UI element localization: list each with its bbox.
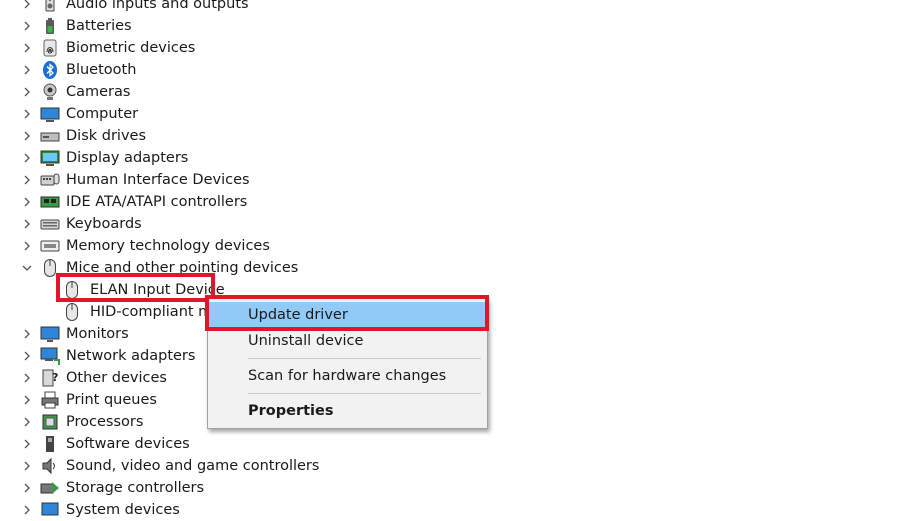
chevron-right-icon[interactable] — [20, 191, 34, 213]
tree-item-label: Sound, video and game controllers — [66, 458, 320, 474]
tree-item-label: Monitors — [66, 326, 129, 342]
chevron-right-icon[interactable] — [20, 0, 34, 15]
menu-item-properties[interactable]: Properties — [208, 398, 487, 424]
chevron-right-icon[interactable] — [20, 323, 34, 345]
fingerprint-icon — [40, 38, 60, 58]
tree-item-storage-controllers[interactable]: Storage controllers — [20, 477, 204, 499]
menu-item-label: Properties — [248, 403, 334, 419]
processor-icon — [40, 412, 60, 432]
tree-item-hid-compliant-mouse[interactable]: HID-compliant mo — [62, 301, 221, 323]
tree-item-label: Biometric devices — [66, 40, 196, 56]
tree-item-biometric[interactable]: Biometric devices — [20, 37, 195, 59]
bluetooth-icon — [40, 60, 60, 80]
menu-item-uninstall-device[interactable]: Uninstall device — [208, 328, 487, 354]
tree-item-label: IDE ATA/ATAPI controllers — [66, 194, 248, 210]
tree-item-software-devices[interactable]: Software devices — [20, 433, 190, 455]
software-device-icon — [40, 434, 60, 454]
tree-item-label: Audio inputs and outputs — [66, 0, 249, 12]
tree-item-label: Cameras — [66, 84, 131, 100]
tree-item-label: Processors — [66, 414, 144, 430]
chevron-right-icon[interactable] — [20, 455, 34, 477]
chevron-right-icon[interactable] — [20, 147, 34, 169]
tree-item-ide[interactable]: IDE ATA/ATAPI controllers — [20, 191, 247, 213]
tree-item-label: Storage controllers — [66, 480, 205, 496]
network-adapter-icon — [40, 346, 60, 366]
tree-item-disk-drives[interactable]: Disk drives — [20, 125, 146, 147]
menu-item-scan-hardware[interactable]: Scan for hardware changes — [208, 363, 487, 389]
chevron-right-icon[interactable] — [20, 433, 34, 455]
tree-item-label: Human Interface Devices — [66, 172, 250, 188]
svg-text:?: ? — [52, 371, 58, 384]
camera-icon — [40, 82, 60, 102]
chevron-right-icon[interactable] — [20, 213, 34, 235]
menu-separator — [248, 393, 481, 394]
keyboard-icon — [40, 214, 60, 234]
battery-icon — [40, 16, 60, 36]
tree-item-label: Print queues — [66, 392, 157, 408]
tree-item-label: Display adapters — [66, 150, 189, 166]
tree-item-system-devices[interactable]: System devices — [20, 499, 180, 521]
tree-item-sound[interactable]: Sound, video and game controllers — [20, 455, 319, 477]
menu-item-label: Uninstall device — [248, 333, 364, 349]
tree-item-label: System devices — [66, 502, 180, 518]
computer-icon — [40, 104, 60, 124]
storage-controller-icon — [40, 478, 60, 498]
other-devices-icon: ? — [40, 368, 60, 388]
tree-item-label: HID-compliant mo — [90, 304, 222, 320]
memory-device-icon — [40, 236, 60, 256]
tree-item-bluetooth[interactable]: Bluetooth — [20, 59, 136, 81]
tree-item-label: Computer — [66, 106, 139, 122]
chevron-right-icon[interactable] — [20, 411, 34, 433]
tree-item-audio[interactable]: Audio inputs and outputs — [20, 0, 249, 15]
mouse-icon — [62, 302, 82, 322]
tree-item-label: Other devices — [66, 370, 167, 386]
tree-item-label: Network adapters — [66, 348, 196, 364]
tree-item-print-queues[interactable]: Print queues — [20, 389, 157, 411]
tree-item-monitors[interactable]: Monitors — [20, 323, 129, 345]
chevron-right-icon[interactable] — [20, 15, 34, 37]
tree-item-cameras[interactable]: Cameras — [20, 81, 130, 103]
highlight-update-driver — [205, 295, 489, 331]
display-adapter-icon — [40, 148, 60, 168]
tree-item-memory[interactable]: Memory technology devices — [20, 235, 270, 257]
tree-item-label: Keyboards — [66, 216, 142, 232]
chevron-right-icon[interactable] — [20, 59, 34, 81]
tree-item-processors[interactable]: Processors — [20, 411, 143, 433]
tree-item-keyboards[interactable]: Keyboards — [20, 213, 142, 235]
chevron-right-icon[interactable] — [20, 235, 34, 257]
tree-item-other-devices[interactable]: ? Other devices — [20, 367, 167, 389]
highlight-elan-input-device — [56, 273, 215, 302]
tree-item-label: Disk drives — [66, 128, 147, 144]
chevron-right-icon[interactable] — [20, 499, 34, 521]
chevron-down-icon[interactable] — [20, 257, 34, 279]
chevron-right-icon[interactable] — [20, 37, 34, 59]
speaker-icon — [40, 0, 60, 14]
tree-item-hid[interactable]: Human Interface Devices — [20, 169, 250, 191]
chevron-right-icon[interactable] — [20, 169, 34, 191]
tree-item-display-adapters[interactable]: Display adapters — [20, 147, 188, 169]
disk-drive-icon — [40, 126, 60, 146]
hid-icon — [40, 170, 60, 190]
chevron-right-icon[interactable] — [20, 389, 34, 411]
tree-item-batteries[interactable]: Batteries — [20, 15, 132, 37]
printer-icon — [40, 390, 60, 410]
chevron-right-icon[interactable] — [20, 477, 34, 499]
tree-item-label: Software devices — [66, 436, 190, 452]
tree-item-label: Memory technology devices — [66, 238, 270, 254]
chevron-right-icon[interactable] — [20, 103, 34, 125]
chevron-right-icon[interactable] — [20, 125, 34, 147]
tree-item-label: Bluetooth — [66, 62, 137, 78]
menu-separator — [248, 358, 481, 359]
ide-controller-icon — [40, 192, 60, 212]
system-device-icon — [40, 500, 60, 520]
tree-item-label: Batteries — [66, 18, 132, 34]
chevron-right-icon[interactable] — [20, 81, 34, 103]
tree-item-computer[interactable]: Computer — [20, 103, 138, 125]
monitor-icon — [40, 324, 60, 344]
chevron-right-icon[interactable] — [20, 367, 34, 389]
chevron-right-icon[interactable] — [20, 345, 34, 367]
menu-item-label: Scan for hardware changes — [248, 368, 447, 384]
sound-icon — [40, 456, 60, 476]
tree-item-network[interactable]: Network adapters — [20, 345, 195, 367]
